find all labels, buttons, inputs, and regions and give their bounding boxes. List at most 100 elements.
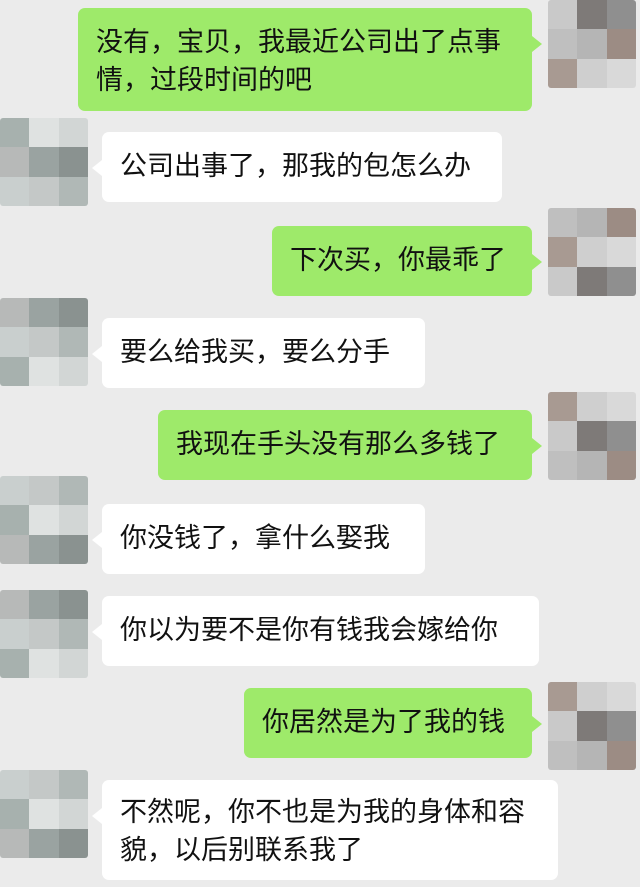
avatar-pixel <box>606 29 636 59</box>
avatar-pixel <box>606 421 636 451</box>
avatar-pixel <box>29 476 59 506</box>
avatar-pixel <box>58 505 88 535</box>
avatar-pixel <box>606 208 636 238</box>
bubble-tail <box>532 36 542 52</box>
my-avatar[interactable] <box>548 0 636 88</box>
avatar-pixel <box>58 298 88 328</box>
message-bubble-sent[interactable]: 你居然是为了我的钱 <box>244 688 532 758</box>
avatar-pixel <box>58 476 88 506</box>
avatar-pixel <box>577 421 607 451</box>
contact-avatar[interactable] <box>0 298 88 386</box>
message-text: 下次买，你最乖了 <box>290 245 506 276</box>
message-text: 不然呢，你不也是为我的身体和容貌，以后别联系我了 <box>120 797 525 866</box>
my-avatar[interactable] <box>548 392 636 480</box>
contact-avatar[interactable] <box>0 118 88 206</box>
avatar-pixel <box>606 266 636 296</box>
avatar-pixel <box>58 147 88 177</box>
bubble-tail <box>532 438 542 454</box>
message-text: 你居然是为了我的钱 <box>262 707 505 738</box>
message-bubble-received[interactable]: 你以为要不是你有钱我会嫁给你 <box>102 596 539 666</box>
bubble-tail <box>92 624 102 640</box>
message-bubble-received[interactable]: 要么给我买，要么分手 <box>102 318 425 388</box>
bubble-tail <box>92 532 102 548</box>
avatar-pixel <box>0 619 30 649</box>
avatar-pixel <box>58 118 88 148</box>
avatar-pixel <box>29 619 59 649</box>
message-bubble-received[interactable]: 你没钱了，拿什么娶我 <box>102 504 425 574</box>
avatar-pixel <box>29 176 59 206</box>
avatar-pixel <box>606 392 636 422</box>
avatar-pixel <box>548 29 578 59</box>
avatar-pixel <box>29 534 59 564</box>
avatar-pixel <box>577 392 607 422</box>
message-text: 你以为要不是你有钱我会嫁给你 <box>120 615 498 646</box>
avatar-pixel <box>29 356 59 386</box>
avatar-pixel <box>29 118 59 148</box>
contact-avatar[interactable] <box>0 590 88 678</box>
avatar-pixel <box>577 29 607 59</box>
message-text: 你没钱了，拿什么娶我 <box>120 523 390 554</box>
avatar-pixel <box>577 682 607 712</box>
avatar-pixel <box>0 770 30 800</box>
contact-avatar[interactable] <box>0 770 88 858</box>
avatar-pixel <box>548 711 578 741</box>
avatar-pixel <box>58 619 88 649</box>
my-avatar[interactable] <box>548 208 636 296</box>
avatar-pixel <box>58 828 88 858</box>
avatar-pixel <box>58 590 88 620</box>
avatar-pixel <box>0 799 30 829</box>
avatar-pixel <box>606 58 636 88</box>
avatar-pixel <box>548 58 578 88</box>
avatar-pixel <box>58 770 88 800</box>
message-text: 公司出事了，那我的包怎么办 <box>120 151 471 182</box>
my-avatar[interactable] <box>548 682 636 770</box>
avatar-pixel <box>29 298 59 328</box>
avatar-pixel <box>0 505 30 535</box>
avatar-pixel <box>0 118 30 148</box>
message-bubble-sent[interactable]: 没有，宝贝，我最近公司出了点事情，过段时间的吧 <box>78 8 532 111</box>
avatar-pixel <box>548 682 578 712</box>
avatar-pixel <box>0 590 30 620</box>
bubble-tail <box>532 254 542 270</box>
avatar-pixel <box>606 711 636 741</box>
avatar-pixel <box>548 740 578 770</box>
bubble-tail <box>92 808 102 824</box>
avatar-pixel <box>606 237 636 267</box>
message-bubble-sent[interactable]: 我现在手头没有那么多钱了 <box>158 410 532 480</box>
avatar-pixel <box>577 0 607 30</box>
avatar-pixel <box>548 392 578 422</box>
avatar-pixel <box>0 356 30 386</box>
avatar-pixel <box>0 828 30 858</box>
message-bubble-received[interactable]: 不然呢，你不也是为我的身体和容貌，以后别联系我了 <box>102 780 558 880</box>
avatar-pixel <box>58 799 88 829</box>
avatar-pixel <box>29 799 59 829</box>
bubble-tail <box>92 346 102 362</box>
avatar-pixel <box>0 534 30 564</box>
avatar-pixel <box>29 828 59 858</box>
avatar-pixel <box>0 327 30 357</box>
avatar-pixel <box>577 711 607 741</box>
avatar-pixel <box>29 327 59 357</box>
avatar-pixel <box>606 0 636 30</box>
avatar-pixel <box>548 0 578 30</box>
message-text: 要么给我买，要么分手 <box>120 337 390 368</box>
message-bubble-sent[interactable]: 下次买，你最乖了 <box>272 226 532 296</box>
avatar-pixel <box>58 176 88 206</box>
avatar-pixel <box>577 208 607 238</box>
avatar-pixel <box>548 208 578 238</box>
avatar-pixel <box>577 237 607 267</box>
message-bubble-received[interactable]: 公司出事了，那我的包怎么办 <box>102 132 502 202</box>
contact-avatar[interactable] <box>0 476 88 564</box>
avatar-pixel <box>577 450 607 480</box>
bubble-tail <box>532 716 542 732</box>
avatar-pixel <box>548 450 578 480</box>
avatar-pixel <box>0 476 30 506</box>
avatar-pixel <box>577 266 607 296</box>
avatar-pixel <box>0 648 30 678</box>
message-text: 没有，宝贝，我最近公司出了点事情，过段时间的吧 <box>96 26 501 96</box>
avatar-pixel <box>577 58 607 88</box>
avatar-pixel <box>58 534 88 564</box>
avatar-pixel <box>606 682 636 712</box>
avatar-pixel <box>0 176 30 206</box>
avatar-pixel <box>606 450 636 480</box>
